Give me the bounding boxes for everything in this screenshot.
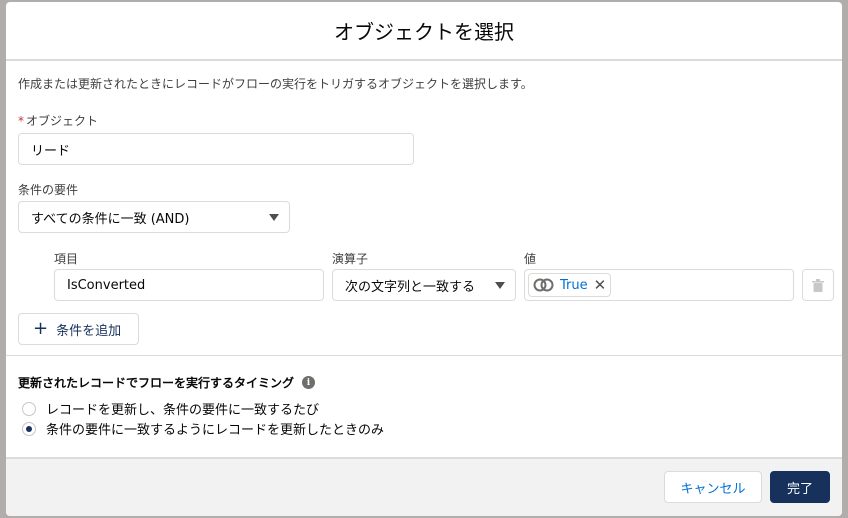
modal-description: 作成または更新されたときにレコードがフローの実行をトリガするオブジェクトを選択し… — [18, 77, 533, 91]
radio-button-checked[interactable] — [22, 421, 36, 436]
condition-field-input[interactable]: IsConverted — [54, 269, 324, 301]
delete-condition-button[interactable] — [802, 269, 834, 301]
chevron-down-icon — [495, 282, 505, 289]
modal-body: 作成または更新されたときにレコードがフローの実行をトリガするオブジェクトを選択し… — [6, 61, 842, 457]
done-button[interactable]: 完了 — [770, 471, 830, 503]
trash-icon — [812, 278, 824, 292]
condition-requirements-select[interactable]: すべての条件に一致 (AND) — [18, 201, 290, 233]
toggle-rings-icon — [533, 278, 554, 292]
info-icon[interactable]: i — [302, 376, 316, 389]
field-column-label: 項目 — [54, 252, 79, 266]
add-condition-button[interactable]: + 条件を追加 — [18, 313, 139, 345]
section-divider — [6, 355, 842, 356]
value-column-label: 値 — [524, 252, 537, 266]
condition-operator-select[interactable]: 次の文字列と一致する — [332, 269, 516, 301]
close-icon[interactable]: ✕ — [594, 277, 607, 293]
cancel-button[interactable]: キャンセル — [664, 471, 762, 503]
timing-option-every-update[interactable]: レコードを更新し、条件の要件に一致するたび — [22, 399, 319, 418]
condition-value-input[interactable]: True ✕ — [524, 269, 794, 301]
condition-requirements-label: 条件の要件 — [18, 183, 79, 197]
timing-option-only-when-met[interactable]: 条件の要件に一致するようにレコードを更新したときのみ — [22, 419, 384, 438]
modal-title: オブジェクトを選択 — [334, 20, 514, 44]
timing-section-title: 更新されたレコードでフローを実行するタイミング i — [18, 374, 316, 391]
operator-column-label: 演算子 — [332, 252, 369, 266]
chevron-down-icon — [269, 214, 279, 221]
radio-button[interactable] — [22, 401, 36, 416]
plus-icon: + — [33, 318, 49, 339]
value-pill-label: True — [560, 277, 588, 293]
value-pill[interactable]: True ✕ — [528, 273, 612, 297]
object-label: * オブジェクト — [18, 114, 99, 128]
object-input[interactable]: リード — [18, 133, 414, 165]
modal-footer: キャンセル 完了 — [6, 457, 842, 516]
select-object-modal: オブジェクトを選択 作成または更新されたときにレコードがフローの実行をトリガする… — [6, 2, 842, 516]
modal-header: オブジェクトを選択 — [6, 2, 842, 61]
required-mark: * — [18, 114, 24, 128]
